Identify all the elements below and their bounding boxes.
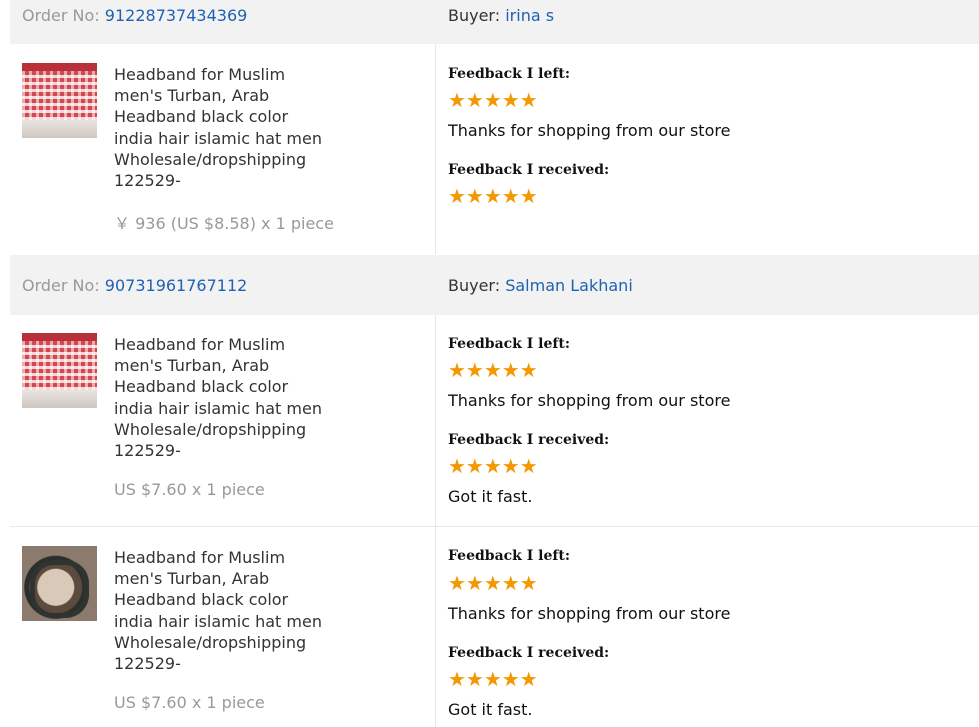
buyer-label: Buyer: xyxy=(448,6,501,25)
order-no-link[interactable]: 90731961767112 xyxy=(105,276,248,295)
feedback-left-stars-icon: ★★★★★ xyxy=(448,571,538,595)
order-number: Order No: 91228737434369 xyxy=(22,6,247,25)
order-header: Order No: 91228737434369 Buyer: irina s xyxy=(10,0,979,44)
feedback-left-label: Feedback I left: xyxy=(448,336,571,352)
product-title[interactable]: Headband for Muslim men's Turban, Arab H… xyxy=(114,334,329,461)
item-price: US $7.60 x 1 piece xyxy=(114,480,265,499)
buyer-label: Buyer: xyxy=(448,276,501,295)
feedback-received-text: Got it fast. xyxy=(448,700,533,719)
order-no-label: Order No: xyxy=(22,6,100,25)
product-title[interactable]: Headband for Muslim men's Turban, Arab H… xyxy=(114,64,329,191)
feedback-received-stars-icon: ★★★★★ xyxy=(448,667,538,691)
product-thumbnail[interactable] xyxy=(22,63,97,138)
order-feedback-list: Order No: 91228737434369 Buyer: irina s … xyxy=(0,0,979,727)
order-header: Order No: 90731961767112 Buyer: Salman L… xyxy=(10,255,979,315)
feedback-left-text: Thanks for shopping from our store xyxy=(448,604,731,623)
column-divider xyxy=(435,315,436,526)
order-no-label: Order No: xyxy=(22,276,100,295)
feedback-left-text: Thanks for shopping from our store xyxy=(448,121,731,140)
buyer-name-link[interactable]: Salman Lakhani xyxy=(505,276,633,295)
feedback-left-stars-icon: ★★★★★ xyxy=(448,358,538,382)
feedback-received-stars-icon: ★★★★★ xyxy=(448,454,538,478)
column-divider xyxy=(435,527,436,727)
buyer-name-link[interactable]: irina s xyxy=(505,6,554,25)
buyer-info: Buyer: Salman Lakhani xyxy=(448,276,633,295)
order-item-row: Headband for Muslim men's Turban, Arab H… xyxy=(10,527,979,727)
feedback-left-stars-icon: ★★★★★ xyxy=(448,88,538,112)
order-number: Order No: 90731961767112 xyxy=(22,276,247,295)
feedback-received-text: Got it fast. xyxy=(448,487,533,506)
buyer-info: Buyer: irina s xyxy=(448,6,554,25)
feedback-left-text: Thanks for shopping from our store xyxy=(448,391,731,410)
feedback-received-label: Feedback I received: xyxy=(448,162,610,178)
order-item-row: Headband for Muslim men's Turban, Arab H… xyxy=(10,315,979,527)
feedback-received-label: Feedback I received: xyxy=(448,645,610,661)
product-thumbnail[interactable] xyxy=(22,546,97,621)
item-price: ￥ 936 (US $8.58) x 1 piece xyxy=(114,214,334,233)
order-no-link[interactable]: 91228737434369 xyxy=(105,6,248,25)
feedback-received-label: Feedback I received: xyxy=(448,432,610,448)
product-title[interactable]: Headband for Muslim men's Turban, Arab H… xyxy=(114,547,329,674)
item-price: US $7.60 x 1 piece xyxy=(114,693,265,712)
product-thumbnail[interactable] xyxy=(22,333,97,408)
order-item-row: Headband for Muslim men's Turban, Arab H… xyxy=(10,44,979,254)
column-divider xyxy=(435,44,436,254)
feedback-left-label: Feedback I left: xyxy=(448,66,571,82)
feedback-received-stars-icon: ★★★★★ xyxy=(448,184,538,208)
feedback-left-label: Feedback I left: xyxy=(448,548,571,564)
